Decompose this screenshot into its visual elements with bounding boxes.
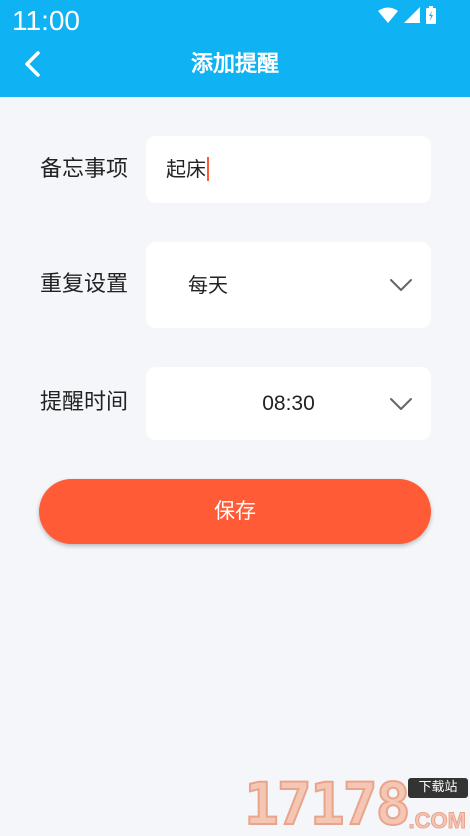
page-title: 添加提醒 bbox=[190, 52, 279, 77]
memo-value: 起床 bbox=[166, 157, 206, 181]
time-label: 提醒时间 bbox=[40, 390, 129, 415]
memo-label: 备忘事项 bbox=[40, 157, 129, 182]
watermark-suffix: .COM bbox=[408, 808, 466, 834]
app-bar: 11:00 添加提醒 bbox=[0, 0, 470, 97]
repeat-select[interactable]: 每天 bbox=[146, 242, 431, 328]
chevron-down-icon bbox=[390, 398, 412, 410]
repeat-value: 每天 bbox=[188, 273, 228, 297]
memo-value-wrap: 起床 bbox=[166, 136, 209, 203]
repeat-label: 重复设置 bbox=[40, 272, 129, 297]
signal-icon bbox=[404, 7, 420, 23]
chevron-down-icon bbox=[390, 279, 412, 291]
time-select[interactable]: 08:30 bbox=[146, 367, 431, 440]
watermark-badge: 下载站 bbox=[408, 778, 468, 798]
text-caret bbox=[207, 156, 209, 181]
status-icons bbox=[378, 6, 436, 24]
battery-icon bbox=[426, 6, 436, 24]
save-button[interactable]: 保存 bbox=[39, 479, 431, 544]
wifi-icon bbox=[378, 7, 398, 23]
memo-input[interactable]: 起床 bbox=[146, 136, 431, 203]
watermark-digits: 17178 bbox=[243, 770, 412, 836]
status-time: 11:00 bbox=[12, 5, 80, 36]
watermark: 17178 下载站 .COM bbox=[243, 770, 468, 836]
